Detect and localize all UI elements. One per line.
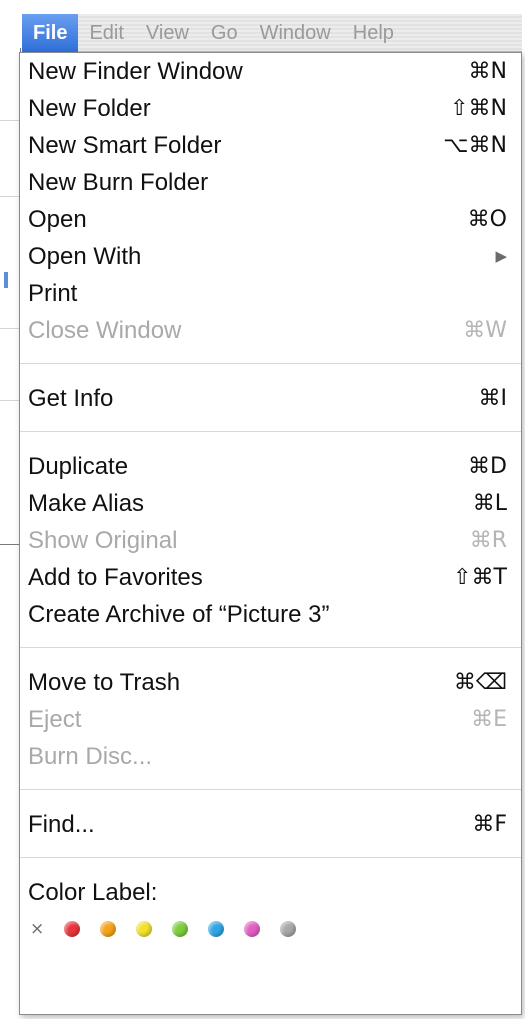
menu-separator [20, 363, 521, 364]
keyboard-shortcut: ⌥⌘N [443, 133, 507, 158]
menu-item-print[interactable]: Print [20, 275, 521, 312]
background-divider [0, 120, 19, 121]
submenu-arrow-icon: ▶ [495, 247, 507, 265]
menu-item-label: Burn Disc... [28, 743, 153, 770]
keyboard-shortcut: ⌘F [472, 812, 507, 837]
keyboard-shortcut: ⇧⌘N [450, 96, 507, 121]
background-divider [0, 196, 19, 197]
background-divider [0, 400, 19, 401]
menu-item-label: Close Window [28, 317, 182, 344]
background-divider [0, 328, 19, 329]
file-menu-dropdown: New Finder Window ⌘N New Folder ⇧⌘N New Smar… [19, 52, 522, 1015]
menu-item-label: Eject [28, 706, 82, 733]
menu-item-get-info[interactable]: Get Info ⌘I [20, 380, 521, 417]
color-label-gray-icon[interactable] [280, 921, 296, 937]
menu-separator [20, 857, 521, 858]
menu-item-label: Add to Favorites [28, 564, 203, 591]
color-label-blue-icon[interactable] [208, 921, 224, 937]
menubar-item-help[interactable]: Help [342, 14, 405, 52]
menu-item-label: New Finder Window [28, 58, 243, 85]
menu-item-label: New Burn Folder [28, 169, 209, 196]
menu-item-label: Print [28, 280, 78, 307]
keyboard-shortcut: ⌘L [472, 491, 507, 516]
menu-item-new-finder-window[interactable]: New Finder Window ⌘N [20, 53, 521, 90]
background-selection-marker [4, 272, 8, 288]
menu-item-label: Make Alias [28, 490, 145, 517]
menu-item-label: Move to Trash [28, 669, 181, 696]
menu-separator [20, 789, 521, 790]
color-label-red-icon[interactable] [64, 921, 80, 937]
menu-bar: File Edit View Go Window Help [22, 13, 522, 52]
color-label-yellow-icon[interactable] [136, 921, 152, 937]
menubar-item-go[interactable]: Go [200, 14, 249, 52]
keyboard-shortcut: ⌘R [469, 528, 507, 553]
menu-item-label: New Folder [28, 95, 151, 122]
menu-separator [20, 431, 521, 432]
keyboard-shortcut: ⌘O [467, 207, 507, 232]
menu-item-open[interactable]: Open ⌘O [20, 201, 521, 238]
menu-item-open-with[interactable]: Open With ▶ [20, 238, 521, 275]
menu-item-label: Find... [28, 811, 95, 838]
menu-item-new-folder[interactable]: New Folder ⇧⌘N [20, 90, 521, 127]
color-label-picker: × [20, 911, 521, 947]
no-label-icon[interactable]: × [30, 919, 58, 939]
menu-item-find[interactable]: Find... ⌘F [20, 806, 521, 843]
keyboard-shortcut: ⌘⌫ [453, 670, 507, 695]
menu-item-label: Create Archive of “Picture 3” [28, 601, 330, 628]
menu-item-make-alias[interactable]: Make Alias ⌘L [20, 485, 521, 522]
menu-item-label: Open [28, 206, 87, 233]
menu-item-new-burn-folder[interactable]: New Burn Folder [20, 164, 521, 201]
keyboard-shortcut: ⌘N [468, 59, 507, 84]
menu-item-label: Duplicate [28, 453, 129, 480]
menu-separator [20, 647, 521, 648]
keyboard-shortcut: ⌘D [468, 454, 507, 479]
background-window-edge [0, 48, 21, 545]
menubar-item-file[interactable]: File [22, 13, 79, 52]
menu-item-label: Show Original [28, 527, 178, 554]
menu-item-move-to-trash[interactable]: Move to Trash ⌘⌫ [20, 664, 521, 701]
keyboard-shortcut: ⌘I [478, 386, 508, 411]
menu-item-eject[interactable]: Eject ⌘E [20, 701, 521, 738]
menu-item-show-original[interactable]: Show Original ⌘R [20, 522, 521, 559]
keyboard-shortcut: ⌘E [471, 707, 507, 732]
menu-item-label: New Smart Folder [28, 132, 222, 159]
menu-item-new-smart-folder[interactable]: New Smart Folder ⌥⌘N [20, 127, 521, 164]
menubar-item-window[interactable]: Window [249, 14, 342, 52]
menu-item-duplicate[interactable]: Duplicate ⌘D [20, 448, 521, 485]
menubar-item-edit[interactable]: Edit [78, 14, 134, 52]
keyboard-shortcut: ⌘W [463, 318, 507, 343]
color-label-purple-icon[interactable] [244, 921, 260, 937]
menu-item-label: Open With [28, 243, 142, 270]
menu-item-add-to-favorites[interactable]: Add to Favorites ⇧⌘T [20, 559, 521, 596]
keyboard-shortcut: ⇧⌘T [453, 565, 507, 590]
menu-item-label: Get Info [28, 385, 114, 412]
menu-item-close-window[interactable]: Close Window ⌘W [20, 312, 521, 349]
menu-item-create-archive-of-picture-3[interactable]: Create Archive of “Picture 3” [20, 596, 521, 633]
color-label-green-icon[interactable] [172, 921, 188, 937]
color-label-heading: Color Label: [28, 879, 158, 906]
menu-item-burn-disc[interactable]: Burn Disc... [20, 738, 521, 775]
color-label-orange-icon[interactable] [100, 921, 116, 937]
menubar-item-view[interactable]: View [135, 14, 200, 52]
